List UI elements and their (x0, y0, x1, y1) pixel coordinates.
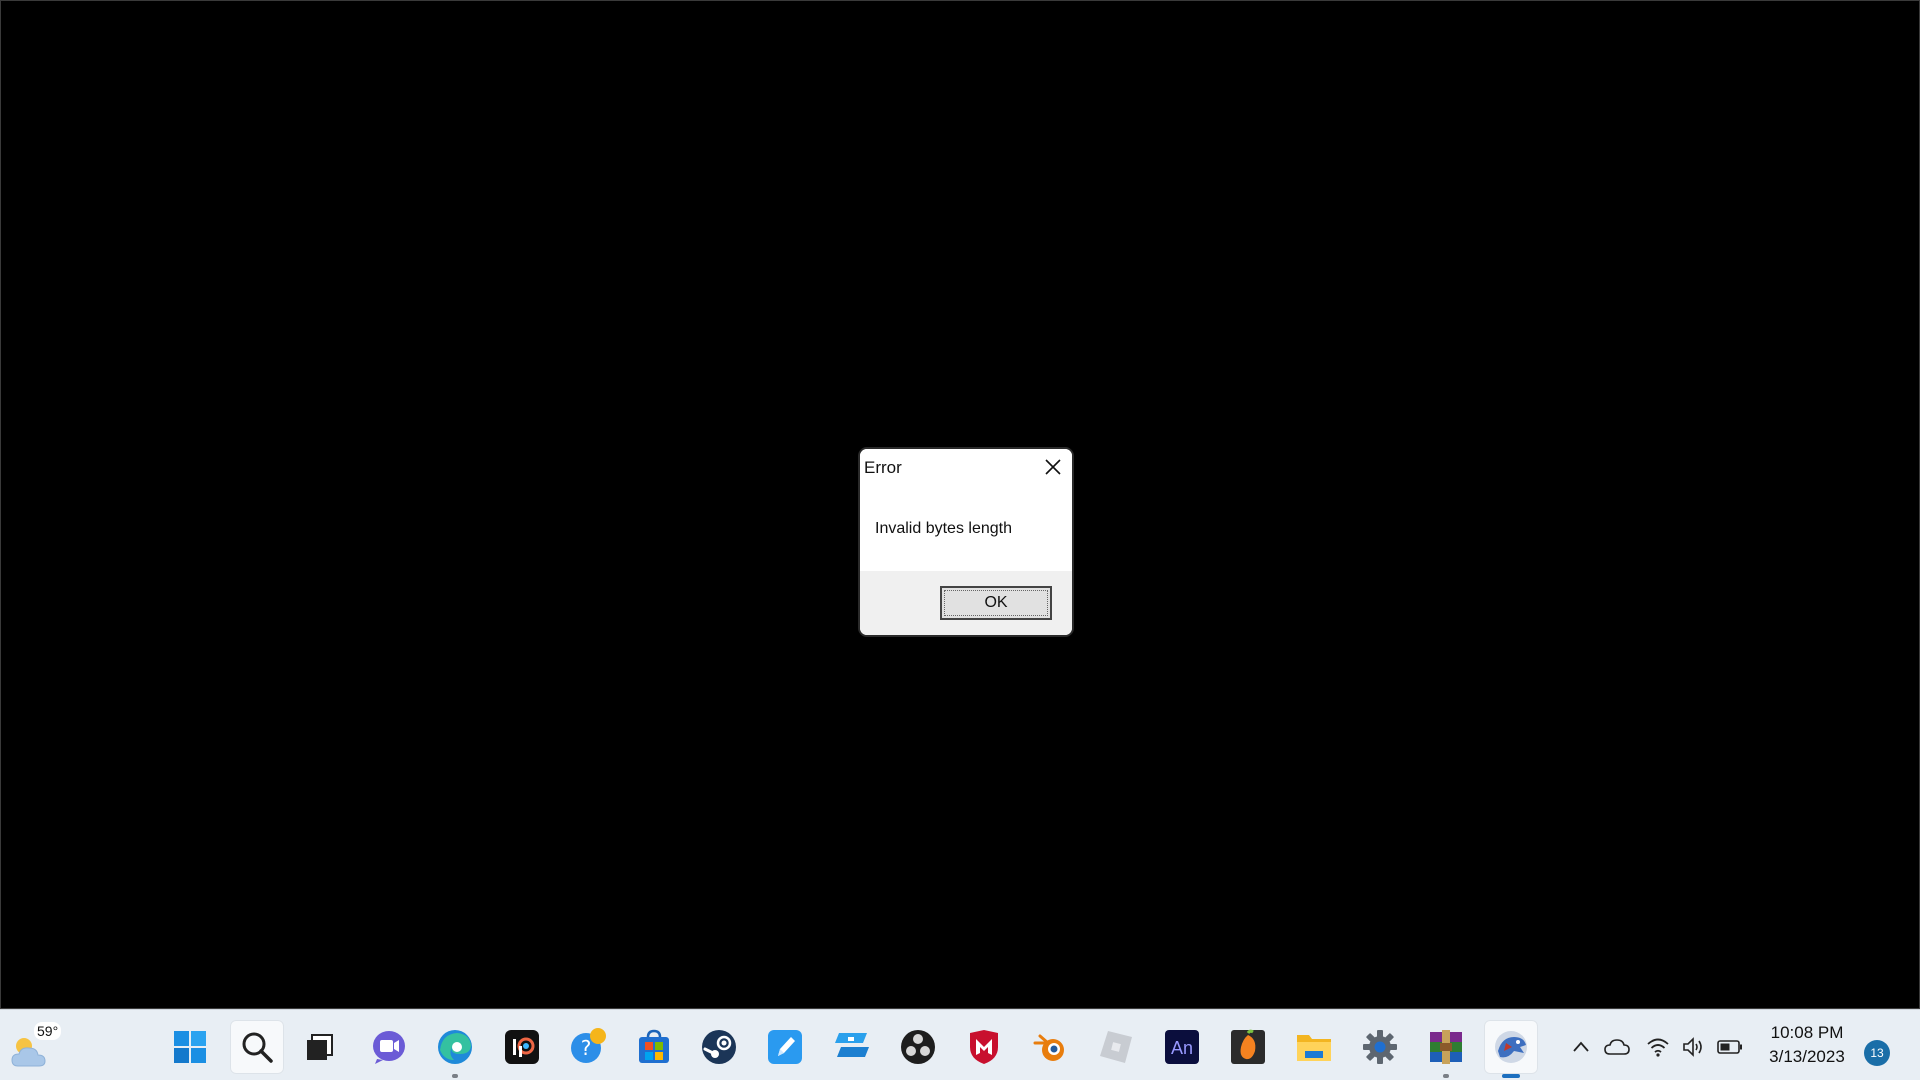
microsoft-store-button[interactable] (627, 1020, 681, 1074)
search-button[interactable] (230, 1020, 284, 1074)
blender-button[interactable] (1023, 1020, 1077, 1074)
running-indicator (1443, 1074, 1449, 1078)
settings-button[interactable] (1353, 1020, 1407, 1074)
fl-studio-button[interactable] (1221, 1020, 1275, 1074)
roblox-button[interactable] (1089, 1020, 1143, 1074)
chevron-up-icon (1573, 1041, 1589, 1052)
video-chat-icon (373, 1031, 405, 1064)
error-message: Invalid bytes length (875, 520, 1012, 537)
folder-icon (1297, 1035, 1331, 1061)
dragon-app-icon (1495, 1031, 1527, 1063)
chat-button[interactable] (362, 1020, 416, 1074)
clock-time: 10:08 PM (1770, 1023, 1844, 1042)
obs-icon (901, 1030, 935, 1064)
edge-icon (438, 1030, 472, 1064)
onedrive-button[interactable] (1604, 1034, 1630, 1060)
error-dialog: Error Invalid bytes length OK (858, 447, 1074, 637)
ok-button[interactable]: OK (940, 586, 1052, 620)
animate-button[interactable]: An (1155, 1020, 1209, 1074)
fl-studio-icon (1231, 1029, 1265, 1064)
clock-date: 3/13/2023 (1769, 1047, 1845, 1066)
active-app-button[interactable] (1484, 1020, 1538, 1078)
running-indicator (452, 1074, 458, 1078)
show-hidden-icons-button[interactable] (1568, 1034, 1594, 1060)
close-icon (1045, 459, 1061, 475)
svg-text:An: An (1171, 1038, 1193, 1058)
battery-button[interactable] (1717, 1034, 1743, 1060)
svg-text:?: ? (581, 1036, 592, 1060)
roblox-icon (1100, 1031, 1132, 1063)
roblox-studio-button[interactable] (825, 1020, 879, 1074)
clock[interactable]: 10:08 PM 3/13/2023 (1752, 1021, 1862, 1069)
blender-icon (1033, 1034, 1064, 1061)
dialog-title: Error (864, 458, 902, 477)
volume-icon (1683, 1037, 1702, 1057)
file-explorer-button[interactable] (1287, 1020, 1341, 1074)
notification-badge[interactable]: 13 (1864, 1040, 1890, 1066)
help-icon: ? (571, 1028, 606, 1063)
edge-button[interactable] (428, 1020, 482, 1078)
mcafee-button[interactable] (957, 1020, 1011, 1074)
task-view-button[interactable] (293, 1020, 347, 1074)
dialog-titlebar[interactable]: Error (860, 449, 1072, 485)
winrar-icon (1430, 1030, 1462, 1064)
battery-icon (1717, 1040, 1742, 1054)
onedrive-cloud-icon (1604, 1039, 1630, 1055)
obs-studio-button[interactable] (891, 1020, 945, 1074)
weather-temperature: 59° (34, 1022, 62, 1040)
task-view-icon (307, 1034, 333, 1060)
get-help-button[interactable]: ? (562, 1020, 616, 1074)
weather-widget[interactable]: 59° (10, 1022, 62, 1070)
active-indicator (1502, 1074, 1520, 1078)
ibispaint-icon (505, 1030, 539, 1064)
steam-icon (702, 1030, 736, 1064)
windows-logo-icon (174, 1031, 206, 1063)
mcafee-icon (970, 1030, 998, 1064)
network-button[interactable] (1645, 1034, 1671, 1060)
pen-app-button[interactable] (758, 1020, 812, 1074)
search-icon (242, 1032, 273, 1063)
wifi-icon (1647, 1038, 1669, 1057)
dialog-footer: OK (860, 571, 1072, 635)
roblox-studio-icon (835, 1033, 869, 1057)
dialog-body: Invalid bytes length (860, 485, 1072, 571)
close-button[interactable] (1038, 452, 1068, 482)
winrar-button[interactable] (1419, 1020, 1473, 1078)
start-button[interactable] (163, 1020, 217, 1074)
gear-icon (1363, 1030, 1397, 1064)
pen-icon (768, 1030, 802, 1064)
taskbar: 59° ? An 10:08 PM 3/13/2023 13 (0, 1009, 1920, 1080)
steam-button[interactable] (692, 1020, 746, 1074)
volume-button[interactable] (1681, 1034, 1707, 1060)
ibispaint-button[interactable] (495, 1020, 549, 1074)
animate-icon: An (1165, 1030, 1199, 1064)
store-icon (639, 1029, 669, 1063)
